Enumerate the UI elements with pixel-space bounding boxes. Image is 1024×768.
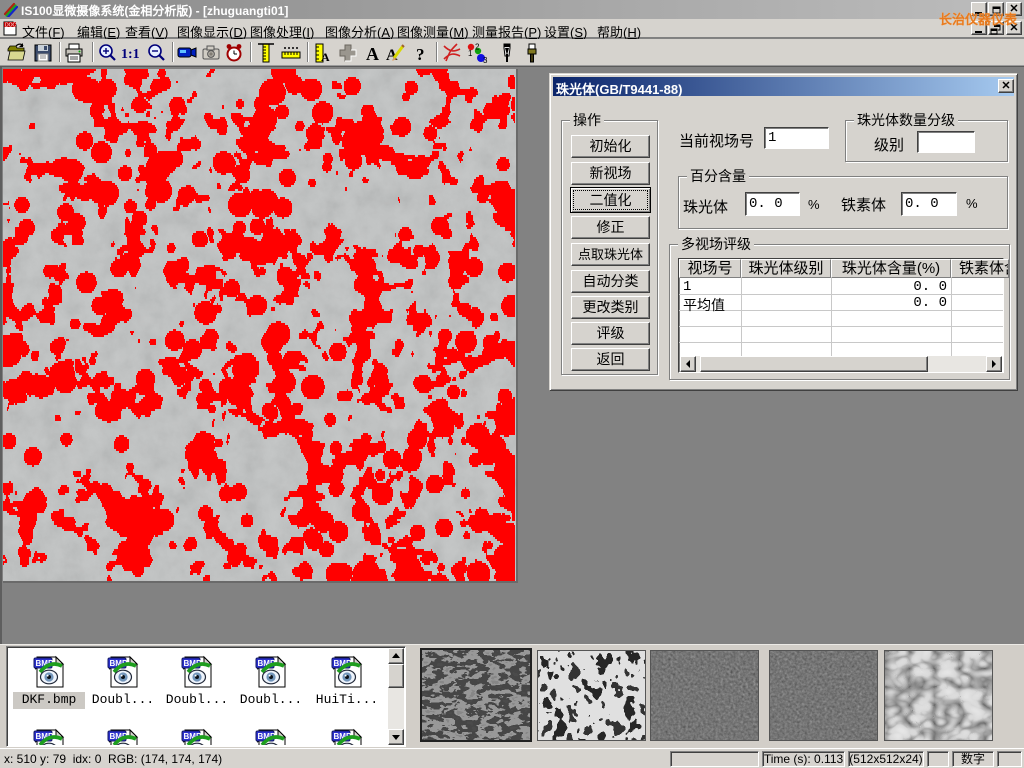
- svg-text:3: 3: [483, 56, 488, 64]
- svg-text:A: A: [366, 44, 379, 64]
- svg-text:1:1: 1:1: [121, 47, 140, 62]
- svg-text:2: 2: [475, 43, 480, 52]
- svg-text:A: A: [321, 50, 330, 64]
- svg-text:1: 1: [468, 49, 473, 58]
- svg-text:?: ?: [416, 45, 425, 64]
- svg-text:DOC: DOC: [5, 23, 17, 29]
